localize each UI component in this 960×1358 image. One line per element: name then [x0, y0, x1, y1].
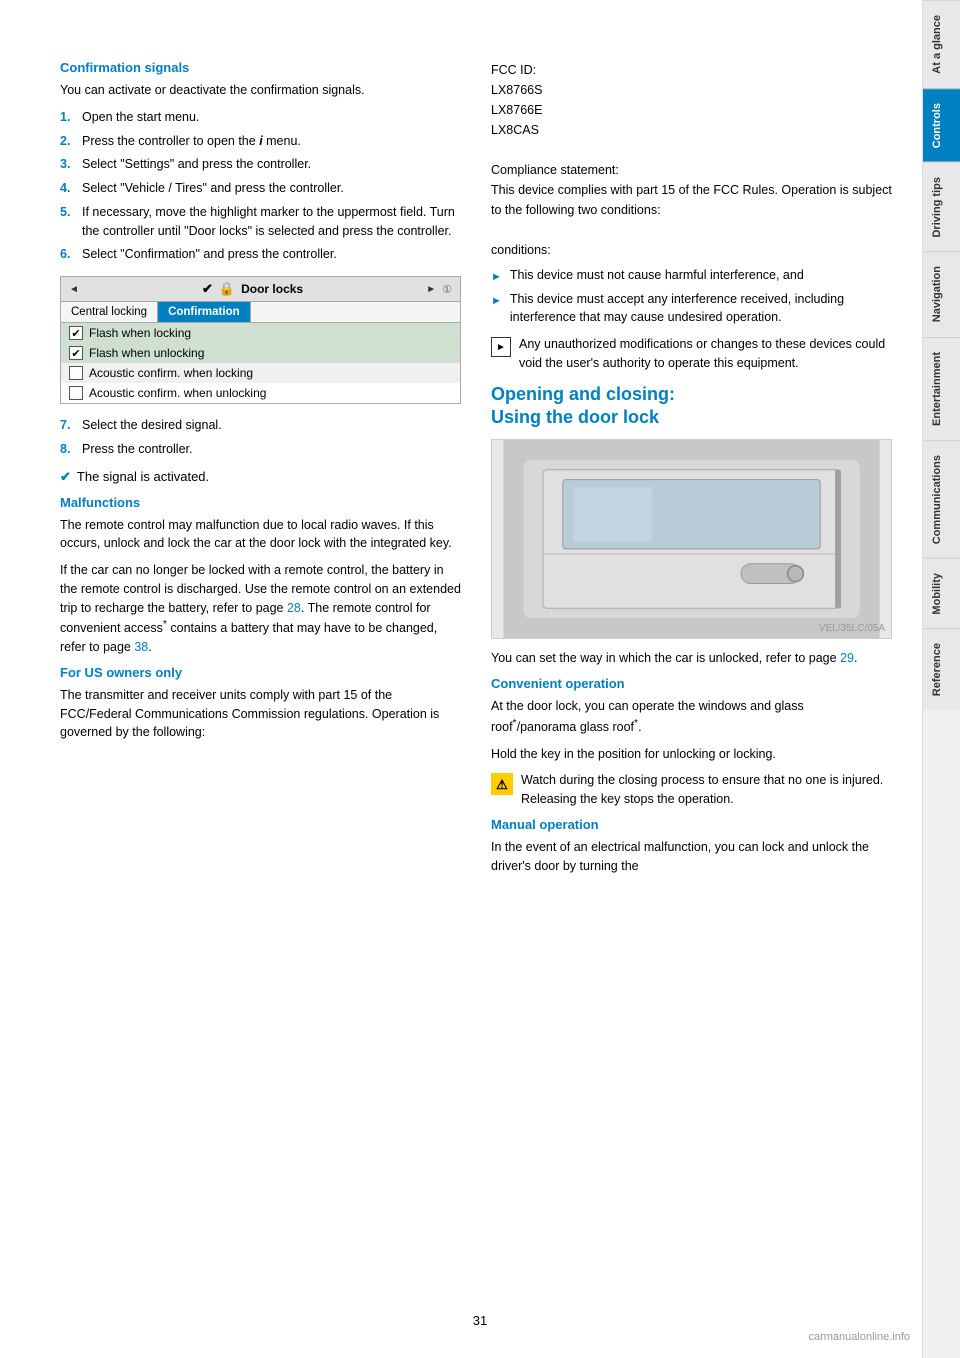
option-acoustic-unlocking: Acoustic confirm. when unlocking	[61, 383, 460, 403]
sidebar-tab-driving-tips[interactable]: Driving tips	[923, 162, 960, 252]
us-owners-para1: The transmitter and receiver units compl…	[60, 686, 461, 742]
step-7: 7. Select the desired signal.	[60, 416, 461, 435]
sidebar-tab-controls[interactable]: Controls	[923, 88, 960, 162]
conditions-label: conditions:	[491, 240, 892, 260]
option-flash-unlocking-label: Flash when unlocking	[89, 346, 204, 360]
fcc-bullet-2-text: This device must accept any interference…	[510, 290, 892, 328]
widget-tabs: Central locking Confirmation	[61, 302, 460, 323]
confirmation-signals-title: Confirmation signals	[60, 60, 461, 75]
fcc-bullet-2: ► This device must accept any interferen…	[491, 290, 892, 328]
bullet-arrow-1: ►	[491, 269, 502, 286]
sidebar-tab-navigation[interactable]: Navigation	[923, 251, 960, 336]
checkbox-flash-unlocking[interactable]: ✔	[69, 346, 83, 360]
fcc-id-values: LX8766SLX8766ELX8CAS	[491, 80, 892, 140]
signal-activated-line: ✔ The signal is activated.	[60, 469, 461, 485]
malfunctions-section: Malfunctions The remote control may malf…	[60, 495, 461, 657]
caution-box: ⚠ Watch during the closing process to en…	[491, 771, 892, 809]
opening-closing-section: Opening and closing:Using the door lock	[491, 383, 892, 876]
us-owners-section: For US owners only The transmitter and r…	[60, 665, 461, 742]
link-page29[interactable]: 29	[840, 651, 854, 665]
checkbox-acoustic-locking[interactable]	[69, 366, 83, 380]
checkbox-flash-locking[interactable]: ✔	[69, 326, 83, 340]
widget-header: ◄ ✔ 🔒 Door locks ► ①	[61, 277, 460, 302]
checkbox-acoustic-unlocking[interactable]	[69, 386, 83, 400]
sidebar-tab-entertainment[interactable]: Entertainment	[923, 337, 960, 440]
option-flash-locking-label: Flash when locking	[89, 326, 191, 340]
widget-header-center: ✔ 🔒 Door locks	[202, 281, 303, 297]
convenient-op-text2: Hold the key in the position for unlocki…	[491, 745, 892, 764]
widget-index: ①	[442, 283, 452, 296]
convenient-operation-title: Convenient operation	[491, 676, 892, 691]
compliance-label: Compliance statement:	[491, 160, 892, 180]
widget-nav-left[interactable]: ◄	[69, 284, 79, 295]
option-flash-unlocking: ✔ Flash when unlocking	[61, 343, 460, 363]
right-column: FCC ID: LX8766SLX8766ELX8CAS Compliance …	[491, 60, 892, 1318]
page-container: Confirmation signals You can activate or…	[0, 0, 960, 1358]
malfunctions-para2: If the car can no longer be locked with …	[60, 561, 461, 657]
opening-closing-title: Opening and closing:Using the door lock	[491, 383, 892, 430]
convenient-op-text1: At the door lock, you can operate the wi…	[491, 697, 892, 737]
link-page28[interactable]: 28	[287, 601, 301, 615]
option-acoustic-locking-label: Acoustic confirm. when locking	[89, 366, 253, 380]
link-page38[interactable]: 38	[134, 640, 148, 654]
sidebar-tab-mobility[interactable]: Mobility	[923, 558, 960, 629]
compliance-text: This device complies with part 15 of the…	[491, 180, 892, 220]
caution-icon: ⚠	[491, 773, 513, 795]
fcc-notice-text: Any unauthorized modifications or change…	[519, 335, 892, 373]
sidebar-tab-communications[interactable]: Communications	[923, 440, 960, 558]
fcc-bullets: ► This device must not cause harmful int…	[491, 266, 892, 327]
signal-activated-text: The signal is activated.	[77, 469, 209, 484]
confirmation-tab[interactable]: Confirmation	[158, 302, 251, 322]
fcc-bullet-1: ► This device must not cause harmful int…	[491, 266, 892, 286]
widget-options: ✔ Flash when locking ✔ Flash when unlock…	[61, 323, 460, 403]
option-acoustic-unlocking-label: Acoustic confirm. when unlocking	[89, 386, 266, 400]
main-content: Confirmation signals You can activate or…	[0, 0, 922, 1358]
option-acoustic-locking: Acoustic confirm. when locking	[61, 363, 460, 383]
left-column: Confirmation signals You can activate or…	[60, 60, 461, 1318]
step-3: 3. Select "Settings" and press the contr…	[60, 155, 461, 174]
malfunctions-title: Malfunctions	[60, 495, 461, 510]
door-lock-image: VEL/35LC/05A	[491, 439, 892, 639]
fcc-notice-box: ► Any unauthorized modifications or chan…	[491, 335, 892, 373]
convenient-operation-section: Convenient operation At the door lock, y…	[491, 676, 892, 809]
image-label-code: VEL/35LC/05A	[819, 623, 885, 634]
sidebar-tab-at-a-glance[interactable]: At a glance	[923, 0, 960, 88]
caution-text: Watch during the closing process to ensu…	[521, 771, 892, 809]
step-5: 5. If necessary, move the highlight mark…	[60, 203, 461, 241]
sidebar: At a glance Controls Driving tips Naviga…	[922, 0, 960, 1358]
fcc-id-label: FCC ID:	[491, 60, 892, 80]
step-6: 6. Select "Confirmation" and press the c…	[60, 245, 461, 264]
fcc-bullet-1-text: This device must not cause harmful inter…	[510, 266, 804, 286]
step-8: 8. Press the controller.	[60, 440, 461, 459]
widget-check-icon: ✔	[202, 281, 213, 297]
central-locking-tab[interactable]: Central locking	[61, 302, 158, 322]
us-owners-title: For US owners only	[60, 665, 461, 680]
bullet-arrow-2: ►	[491, 293, 502, 328]
steps-list-1: 1. Open the start menu. 2. Press the con…	[60, 108, 461, 264]
step-4: 4. Select "Vehicle / Tires" and press th…	[60, 179, 461, 198]
confirmation-signals-section: Confirmation signals You can activate or…	[60, 60, 461, 485]
sidebar-tab-reference[interactable]: Reference	[923, 628, 960, 710]
door-image-svg	[492, 440, 891, 638]
page-number: 31	[473, 1313, 487, 1328]
manual-operation-title: Manual operation	[491, 817, 892, 832]
manual-operation-section: Manual operation In the event of an elec…	[491, 817, 892, 876]
manual-op-text: In the event of an electrical malfunctio…	[491, 838, 892, 876]
notice-icon: ►	[491, 337, 511, 357]
watermark: carmanualonline.info	[808, 1331, 910, 1343]
door-lock-caption: You can set the way in which the car is …	[491, 649, 892, 668]
malfunctions-para1: The remote control may malfunction due t…	[60, 516, 461, 554]
checkmark-icon: ✔	[60, 469, 71, 485]
fcc-section: FCC ID: LX8766SLX8766ELX8CAS Compliance …	[491, 60, 892, 373]
door-locks-widget: ◄ ✔ 🔒 Door locks ► ① Central locking	[60, 276, 461, 404]
step-2: 2. Press the controller to open the i me…	[60, 132, 461, 151]
confirmation-signals-intro: You can activate or deactivate the confi…	[60, 81, 461, 100]
widget-lock-icon: 🔒	[219, 281, 235, 297]
widget-door-locks-label: Door locks	[241, 282, 303, 296]
steps-list-2: 7. Select the desired signal. 8. Press t…	[60, 416, 461, 459]
option-flash-locking: ✔ Flash when locking	[61, 323, 460, 343]
step-1: 1. Open the start menu.	[60, 108, 461, 127]
widget-nav-right[interactable]: ►	[426, 284, 436, 295]
